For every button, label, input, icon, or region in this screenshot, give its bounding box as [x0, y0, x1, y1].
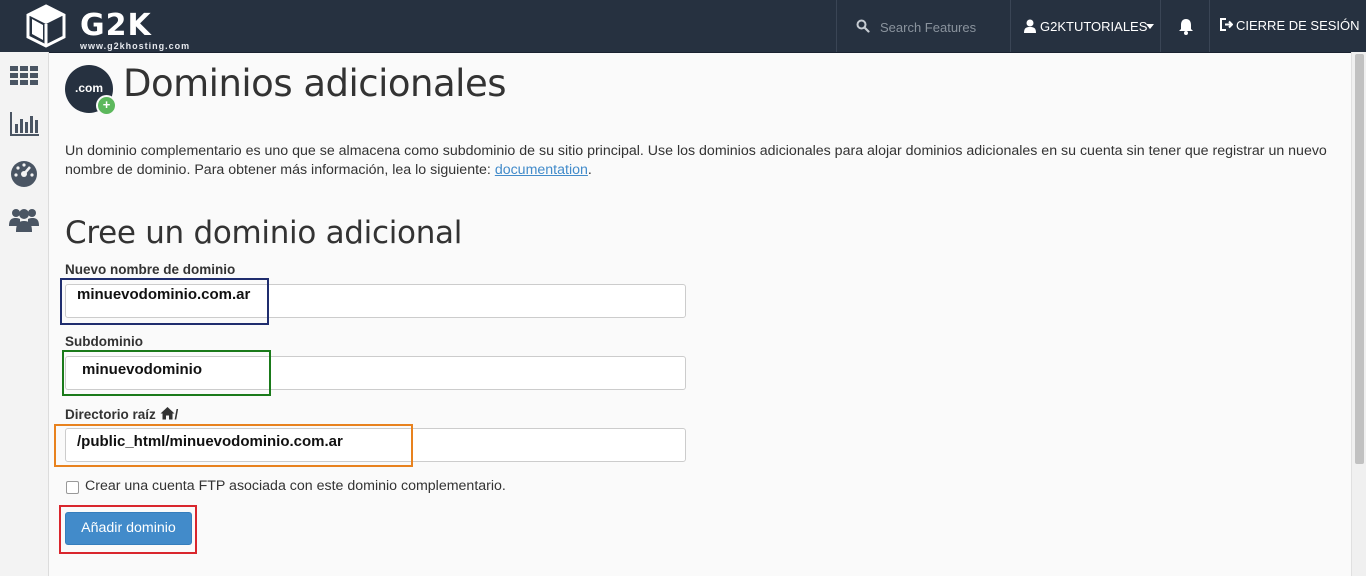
divider: [1010, 0, 1011, 52]
page-description: Un dominio complementario es uno que se …: [65, 142, 1345, 180]
add-domain-button[interactable]: Añadir dominio: [65, 512, 192, 545]
ftp-account-label: Crear una cuenta FTP asociada con este d…: [85, 478, 506, 494]
top-navbar: G2K www.g2khosting.com G2KTUTORIALES CIE…: [0, 0, 1366, 53]
home-icon: [160, 407, 175, 420]
subdomain-value: minuevodominio: [82, 361, 202, 378]
sidebar: [0, 52, 49, 576]
main-content: .com + Dominios adicionales Un dominio c…: [49, 52, 1351, 576]
vertical-scrollbar[interactable]: [1351, 52, 1366, 576]
root-directory-label: Directorio raíz /: [65, 406, 178, 422]
search-bar[interactable]: [840, 0, 1008, 52]
sidebar-item-home[interactable]: [9, 60, 39, 90]
search-input[interactable]: [878, 14, 1008, 40]
chevron-down-icon: [1146, 24, 1154, 29]
page-title: Dominios adicionales: [123, 62, 507, 105]
dashboard-gauge-icon: [11, 161, 37, 187]
root-label-text: Directorio raíz: [65, 407, 156, 422]
search-icon: [856, 19, 870, 33]
plus-icon: +: [96, 95, 117, 116]
divider: [836, 0, 837, 52]
g2k-logo[interactable]: G2K www.g2khosting.com: [24, 4, 224, 51]
username: G2KTUTORIALES: [1040, 19, 1148, 34]
logo-text: G2K: [80, 8, 152, 43]
user-menu[interactable]: G2KTUTORIALES: [1012, 0, 1160, 52]
dot-com-text: .com: [74, 81, 103, 95]
documentation-link[interactable]: documentation: [495, 162, 588, 178]
logout-label: CIERRE DE SESIÓN: [1236, 18, 1360, 33]
sidebar-item-dashboard[interactable]: [9, 158, 39, 188]
cube-logo-icon: [26, 4, 66, 48]
root-suffix: /: [174, 407, 179, 422]
sidebar-item-users[interactable]: [9, 204, 39, 234]
ftp-account-checkbox[interactable]: [66, 481, 79, 494]
sidebar-item-stats[interactable]: [9, 109, 39, 139]
logout-icon: [1220, 18, 1233, 31]
divider: [1160, 0, 1161, 52]
logout-button[interactable]: CIERRE DE SESIÓN: [1210, 0, 1366, 52]
domain-value: minuevodominio.com.ar: [77, 286, 251, 303]
domain-label: Nuevo nombre de dominio: [65, 262, 236, 277]
logo-subtext: www.g2khosting.com: [80, 41, 191, 51]
addon-domain-icon: .com +: [65, 65, 117, 116]
description-end: .: [587, 162, 592, 178]
root-directory-value: /public_html/minuevodominio.com.ar: [77, 433, 343, 450]
notifications-button[interactable]: [1162, 0, 1210, 52]
users-icon: [9, 209, 39, 232]
scrollbar-thumb[interactable]: [1355, 54, 1364, 464]
description-text: Un dominio complementario es uno que se …: [65, 143, 1327, 178]
form-title: Cree un dominio adicional: [65, 215, 463, 251]
bar-chart-icon: [10, 112, 39, 136]
user-icon: [1024, 19, 1036, 33]
bell-icon: [1179, 19, 1193, 35]
subdomain-label: Subdominio: [65, 334, 143, 349]
grid-icon: [10, 66, 38, 85]
